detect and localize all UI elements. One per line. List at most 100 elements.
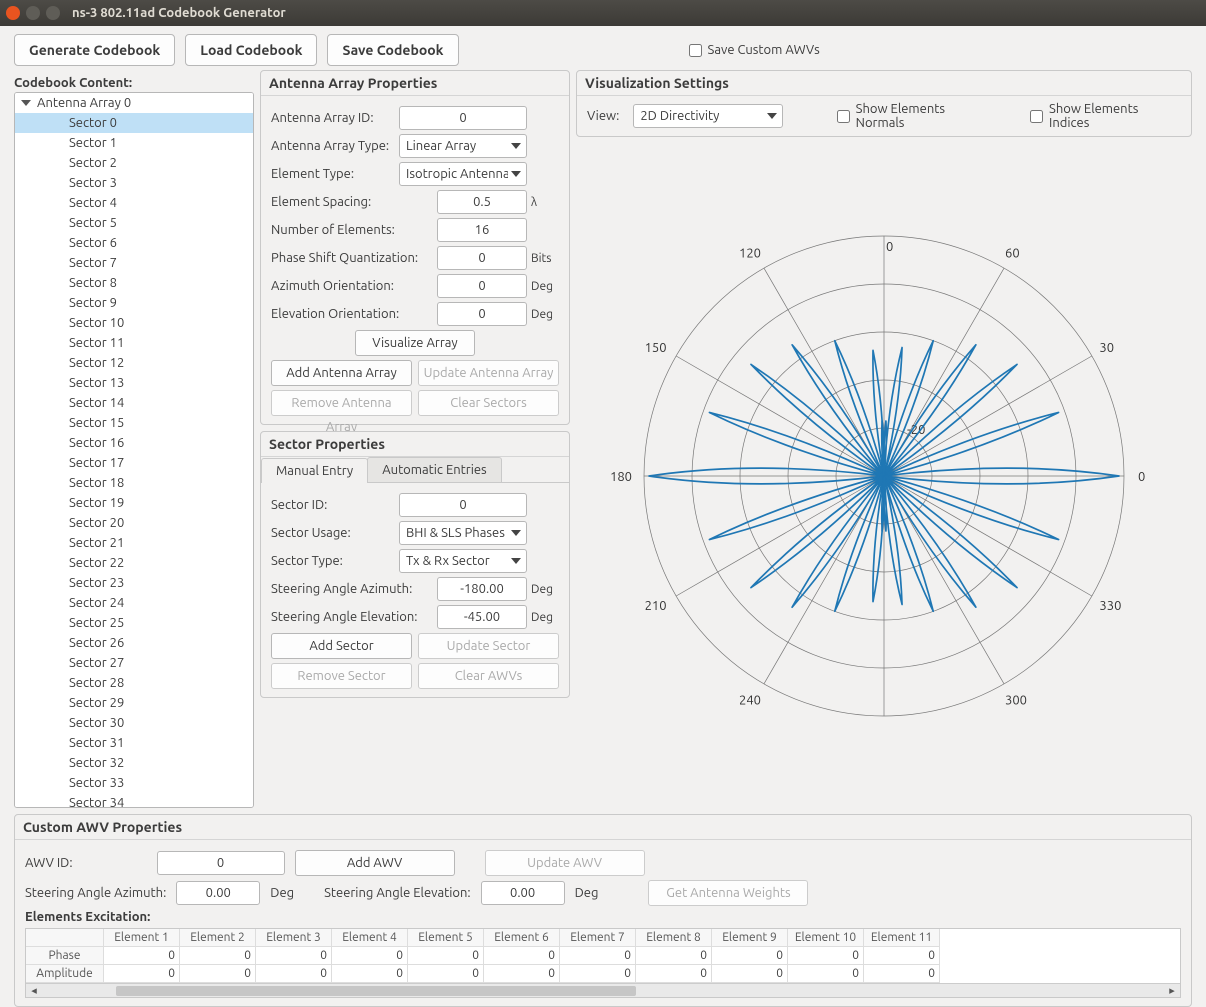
visualize-array-button[interactable]: Visualize Array — [355, 330, 475, 356]
tree-item-sector[interactable]: Sector 26 — [15, 633, 253, 653]
excitation-cell[interactable]: 0 — [332, 947, 408, 965]
clear-awvs-button[interactable]: Clear AWVs — [418, 663, 559, 689]
sector-id-input[interactable] — [399, 493, 527, 517]
save-custom-awvs-checkbox[interactable]: Save Custom AWVs — [689, 43, 820, 57]
tree-item-sector[interactable]: Sector 23 — [15, 573, 253, 593]
excitation-cell[interactable]: 0 — [256, 965, 332, 983]
tree-item-sector[interactable]: Sector 15 — [15, 413, 253, 433]
tree-item-sector[interactable]: Sector 1 — [15, 133, 253, 153]
tree-item-sector[interactable]: Sector 2 — [15, 153, 253, 173]
tree-item-sector[interactable]: Sector 10 — [15, 313, 253, 333]
array-type-select[interactable] — [399, 134, 527, 158]
sector-type-select[interactable] — [399, 549, 527, 573]
excitation-cell[interactable]: 0 — [104, 947, 180, 965]
show-normals-input[interactable] — [837, 110, 850, 123]
tree-item-sector[interactable]: Sector 7 — [15, 253, 253, 273]
quant-input[interactable] — [437, 246, 527, 270]
excitation-table[interactable]: Element 1Element 2Element 3Element 4Elem… — [25, 928, 1181, 998]
elevation-input[interactable] — [437, 302, 527, 326]
scroll-right-icon[interactable]: ▸ — [1166, 985, 1178, 997]
add-sector-button[interactable]: Add Sector — [271, 633, 412, 659]
excitation-cell[interactable]: 0 — [864, 965, 940, 983]
excitation-cell[interactable]: 0 — [864, 947, 940, 965]
tree-item-sector[interactable]: Sector 3 — [15, 173, 253, 193]
close-icon[interactable] — [6, 6, 20, 20]
update-array-button[interactable]: Update Antenna Array — [418, 360, 559, 386]
update-awv-button[interactable]: Update AWV — [485, 850, 645, 876]
tree-item-sector[interactable]: Sector 5 — [15, 213, 253, 233]
excitation-cell[interactable]: 0 — [788, 947, 864, 965]
remove-sector-button[interactable]: Remove Sector — [271, 663, 412, 689]
clear-sectors-button[interactable]: Clear Sectors — [418, 390, 559, 416]
excitation-cell[interactable]: 0 — [180, 947, 256, 965]
excitation-scrollbar[interactable]: ◂ ▸ — [26, 983, 1180, 997]
minimize-icon[interactable] — [26, 6, 40, 20]
save-codebook-button[interactable]: Save Codebook — [327, 34, 458, 66]
excitation-cell[interactable]: 0 — [256, 947, 332, 965]
excitation-cell[interactable]: 0 — [180, 965, 256, 983]
excitation-cell[interactable]: 0 — [104, 965, 180, 983]
excitation-cell[interactable]: 0 — [408, 965, 484, 983]
codebook-tree[interactable]: Antenna Array 0 Sector 0Sector 1Sector 2… — [14, 92, 254, 808]
tree-item-sector[interactable]: Sector 25 — [15, 613, 253, 633]
azimuth-input[interactable] — [437, 274, 527, 298]
excitation-cell[interactable]: 0 — [636, 947, 712, 965]
excitation-cell[interactable]: 0 — [560, 947, 636, 965]
scroll-thumb[interactable] — [116, 986, 636, 996]
steer-az-input[interactable] — [437, 577, 527, 601]
show-indices-input[interactable] — [1030, 110, 1043, 123]
maximize-icon[interactable] — [46, 6, 60, 20]
get-weights-button[interactable]: Get Antenna Weights — [648, 880, 808, 906]
sector-usage-select[interactable] — [399, 521, 527, 545]
tree-item-sector[interactable]: Sector 13 — [15, 373, 253, 393]
view-select[interactable] — [633, 104, 782, 128]
tree-item-sector[interactable]: Sector 29 — [15, 693, 253, 713]
tree-item-sector[interactable]: Sector 22 — [15, 553, 253, 573]
tree-item-sector[interactable]: Sector 30 — [15, 713, 253, 733]
tree-item-sector[interactable]: Sector 6 — [15, 233, 253, 253]
tree-item-sector[interactable]: Sector 20 — [15, 513, 253, 533]
excitation-cell[interactable]: 0 — [408, 947, 484, 965]
excitation-cell[interactable]: 0 — [484, 965, 560, 983]
tree-item-sector[interactable]: Sector 24 — [15, 593, 253, 613]
spacing-input[interactable] — [437, 190, 527, 214]
tree-item-sector[interactable]: Sector 32 — [15, 753, 253, 773]
excitation-cell[interactable]: 0 — [484, 947, 560, 965]
tree-item-sector[interactable]: Sector 19 — [15, 493, 253, 513]
show-normals-checkbox[interactable]: Show Elements Normals — [837, 102, 996, 130]
element-type-select[interactable] — [399, 162, 527, 186]
tree-item-sector[interactable]: Sector 14 — [15, 393, 253, 413]
excitation-cell[interactable]: 0 — [712, 947, 788, 965]
load-codebook-button[interactable]: Load Codebook — [185, 34, 317, 66]
generate-codebook-button[interactable]: Generate Codebook — [14, 34, 175, 66]
steer-el-input[interactable] — [437, 605, 527, 629]
add-array-button[interactable]: Add Antenna Array — [271, 360, 412, 386]
tree-item-sector[interactable]: Sector 17 — [15, 453, 253, 473]
tree-item-sector[interactable]: Sector 4 — [15, 193, 253, 213]
awv-steer-el-input[interactable] — [481, 881, 565, 905]
tree-item-sector[interactable]: Sector 0 — [15, 113, 253, 133]
excitation-cell[interactable]: 0 — [560, 965, 636, 983]
num-elements-input[interactable] — [437, 218, 527, 242]
tree-item-sector[interactable]: Sector 21 — [15, 533, 253, 553]
save-custom-awvs-input[interactable] — [689, 44, 702, 57]
scroll-left-icon[interactable]: ◂ — [28, 985, 40, 997]
tree-item-sector[interactable]: Sector 28 — [15, 673, 253, 693]
awv-steer-az-input[interactable] — [176, 881, 260, 905]
add-awv-button[interactable]: Add AWV — [295, 850, 455, 876]
update-sector-button[interactable]: Update Sector — [418, 633, 559, 659]
tree-item-sector[interactable]: Sector 9 — [15, 293, 253, 313]
excitation-cell[interactable]: 0 — [636, 965, 712, 983]
remove-array-button[interactable]: Remove Antenna Array — [271, 390, 412, 416]
tree-item-sector[interactable]: Sector 27 — [15, 653, 253, 673]
array-id-input[interactable] — [399, 106, 527, 130]
tree-item-sector[interactable]: Sector 18 — [15, 473, 253, 493]
tree-item-sector[interactable]: Sector 34 — [15, 793, 253, 808]
excitation-cell[interactable]: 0 — [332, 965, 408, 983]
excitation-cell[interactable]: 0 — [712, 965, 788, 983]
tree-item-sector[interactable]: Sector 8 — [15, 273, 253, 293]
excitation-cell[interactable]: 0 — [788, 965, 864, 983]
tree-item-sector[interactable]: Sector 33 — [15, 773, 253, 793]
awv-id-input[interactable] — [157, 851, 285, 875]
tree-item-sector[interactable]: Sector 12 — [15, 353, 253, 373]
